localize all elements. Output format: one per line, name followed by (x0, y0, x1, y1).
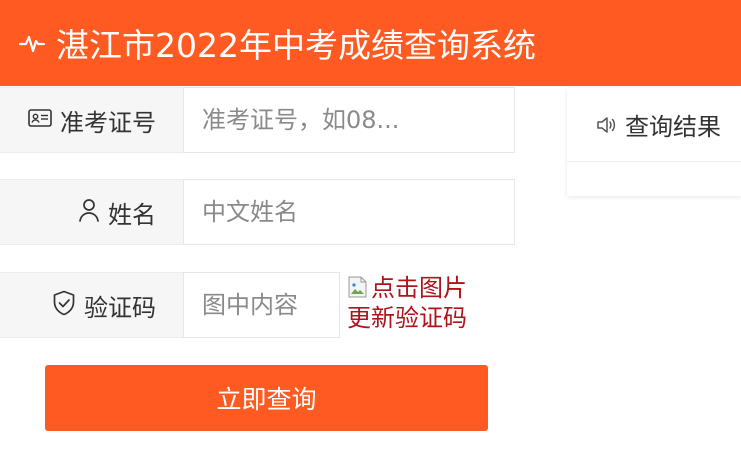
name-row: 姓名 (0, 179, 515, 245)
exam-id-row: 准考证号 (0, 87, 515, 153)
captcha-input-box (183, 272, 340, 338)
name-label: 姓名 (108, 200, 156, 229)
exam-id-input[interactable] (184, 88, 514, 152)
speaker-icon (597, 116, 616, 133)
name-input-box (183, 179, 515, 245)
captcha-image[interactable]: 点击图片更新验证码 (347, 273, 487, 333)
name-input[interactable] (184, 180, 514, 244)
tab-query-result[interactable]: 查询结果 (567, 88, 741, 162)
header-bar: 湛江市2022年中考成绩查询系统 (0, 0, 741, 86)
name-label-box: 姓名 (0, 179, 183, 245)
broken-image-icon (347, 275, 369, 299)
exam-id-label: 准考证号 (60, 108, 156, 137)
submit-button[interactable]: 立即查询 (45, 365, 488, 431)
captcha-label-box: 验证码 (0, 272, 183, 338)
user-icon (78, 198, 108, 226)
result-panel: 查询结果 (567, 88, 741, 196)
captcha-label: 验证码 (84, 293, 156, 322)
id-card-icon (28, 108, 60, 132)
captcha-input[interactable] (184, 273, 339, 337)
page-title: 湛江市2022年中考成绩查询系统 (56, 26, 536, 65)
pulse-icon (18, 28, 48, 58)
exam-id-input-box (183, 87, 515, 153)
exam-id-label-box: 准考证号 (0, 87, 183, 153)
captcha-row: 验证码 (0, 272, 340, 338)
result-tab-label: 查询结果 (625, 113, 721, 141)
shield-check-icon (52, 290, 84, 320)
